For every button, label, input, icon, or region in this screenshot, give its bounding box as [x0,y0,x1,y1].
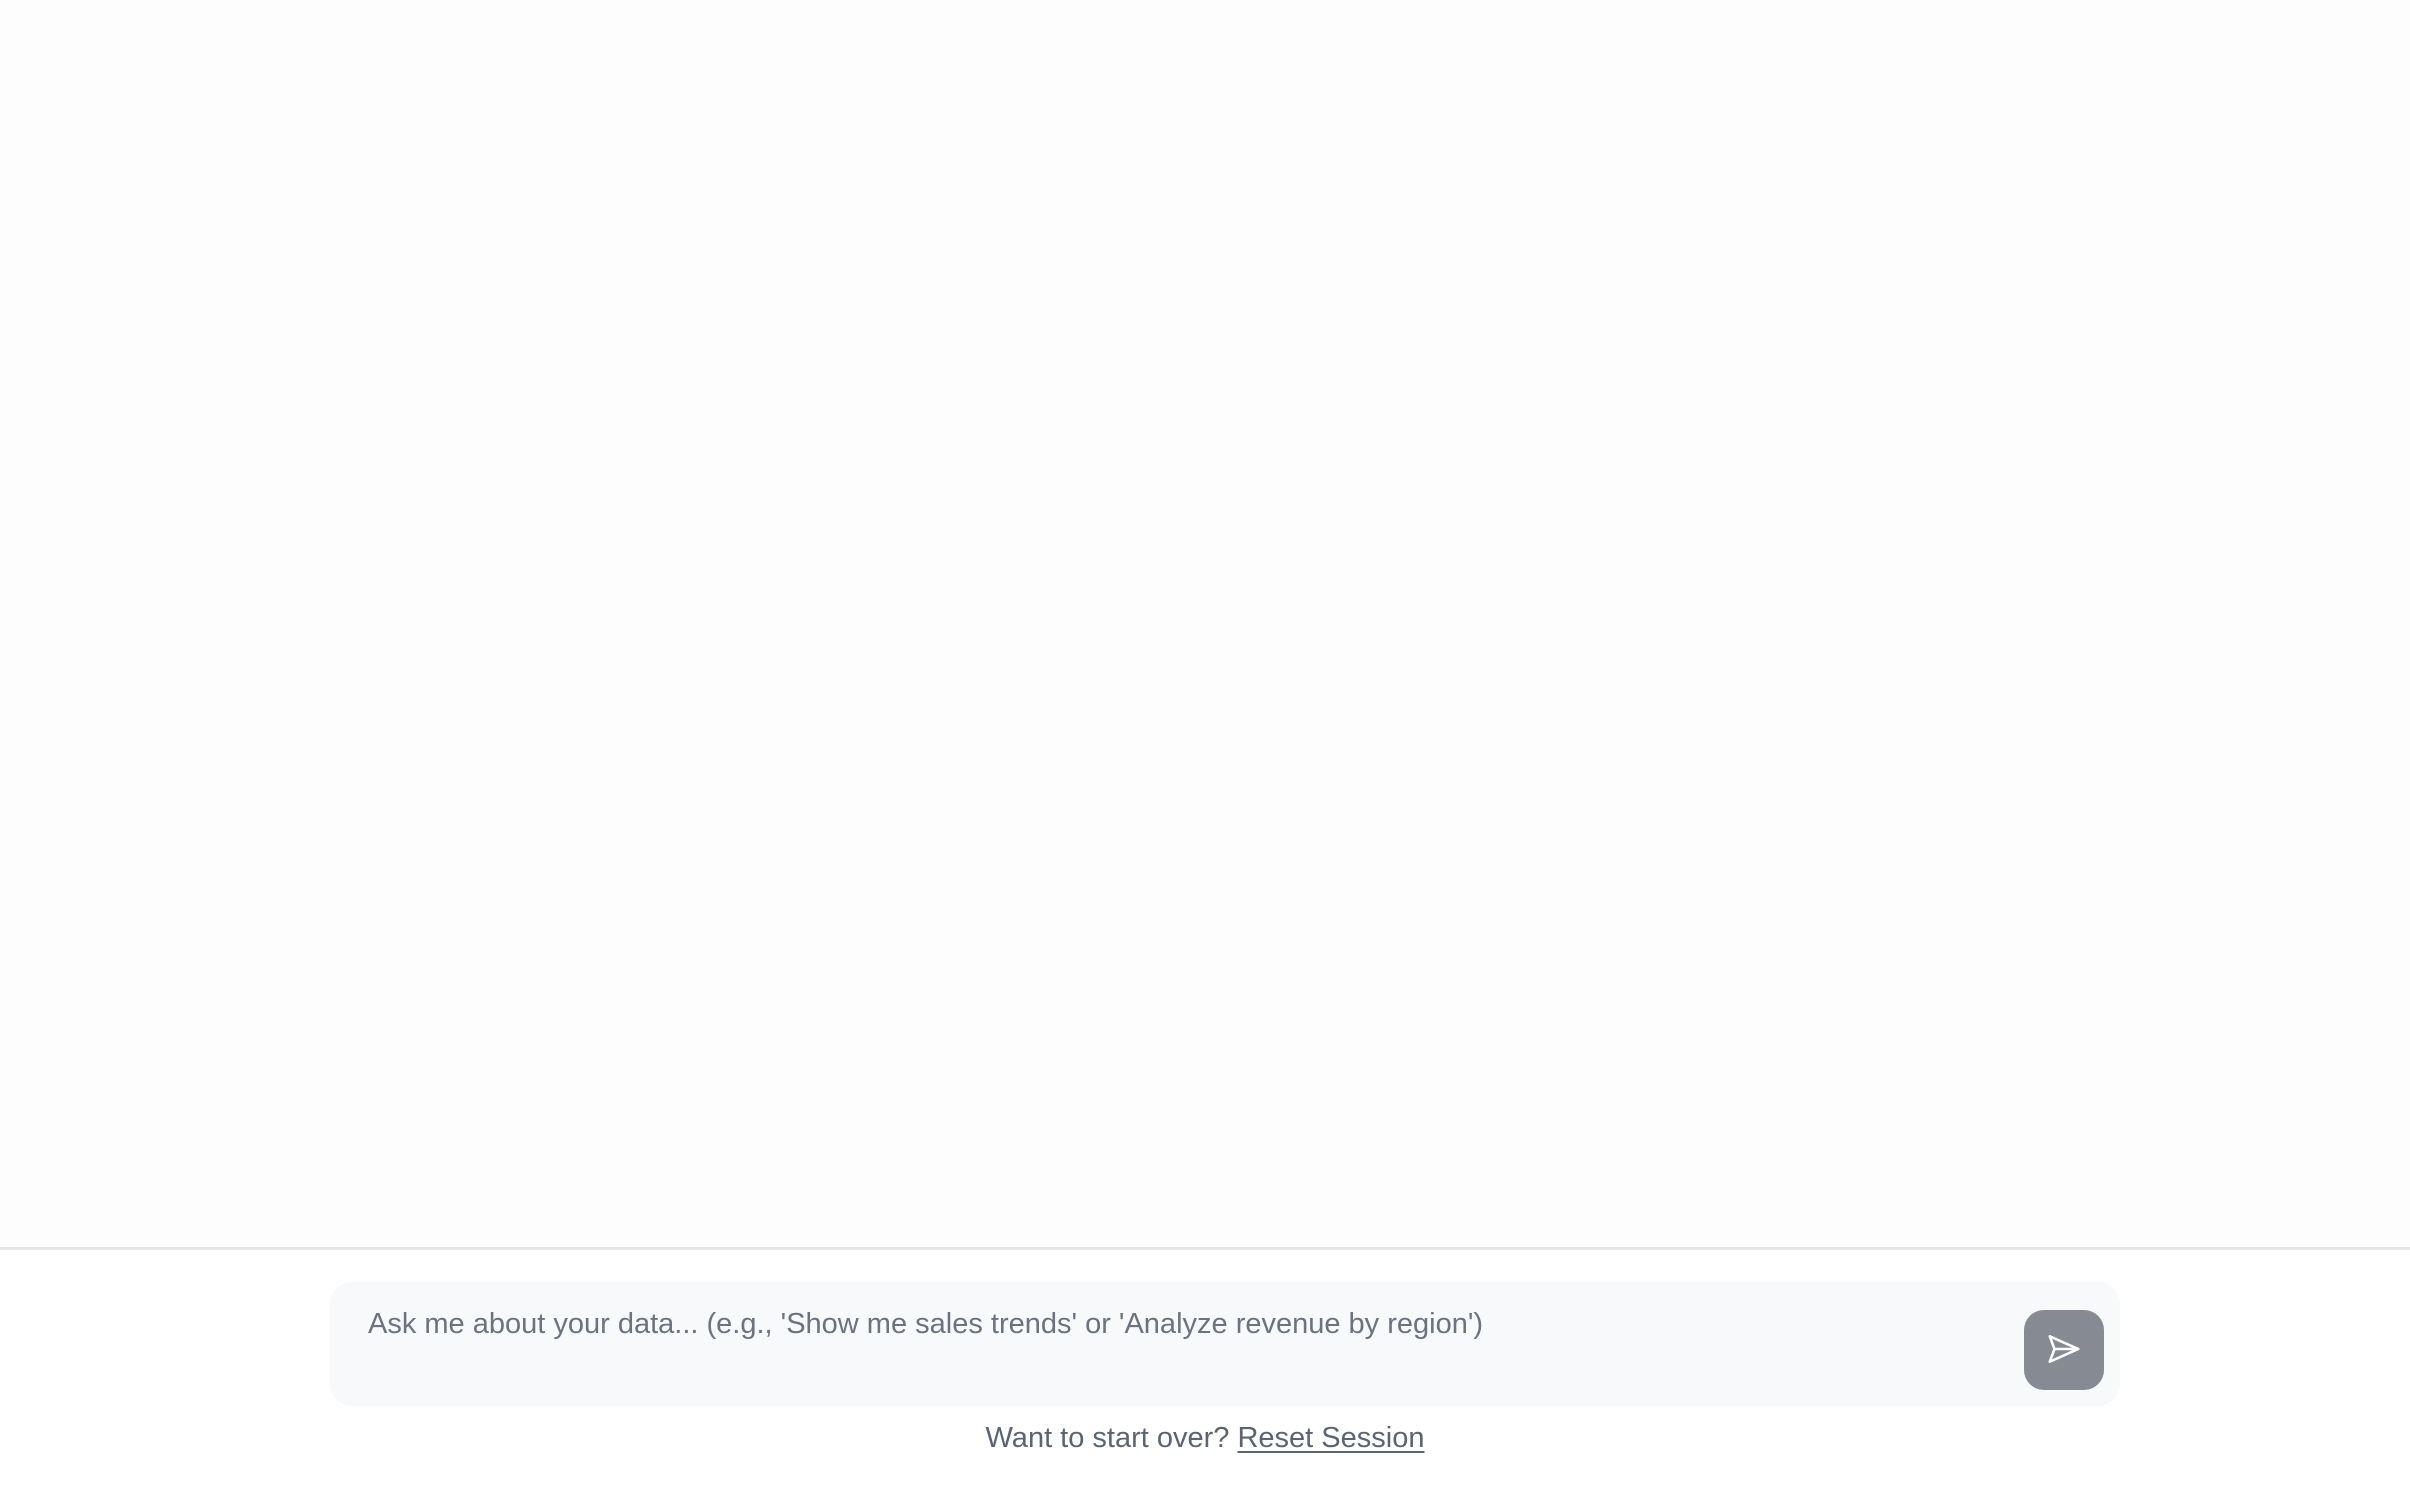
chat-input-container [330,1262,2120,1406]
send-button[interactable] [2024,1310,2104,1390]
reset-prompt-text: Want to start over? [985,1422,1238,1454]
chat-input[interactable] [368,1262,1968,1386]
app-page: Want to start over? Reset Session [0,0,2410,1504]
reset-session-row: Want to start over? Reset Session [0,1422,2410,1455]
send-icon [2045,1330,2083,1371]
composer-bar: Want to start over? Reset Session [0,1247,2410,1504]
chat-messages-area [0,0,2410,1247]
reset-session-link[interactable]: Reset Session [1237,1422,1424,1454]
